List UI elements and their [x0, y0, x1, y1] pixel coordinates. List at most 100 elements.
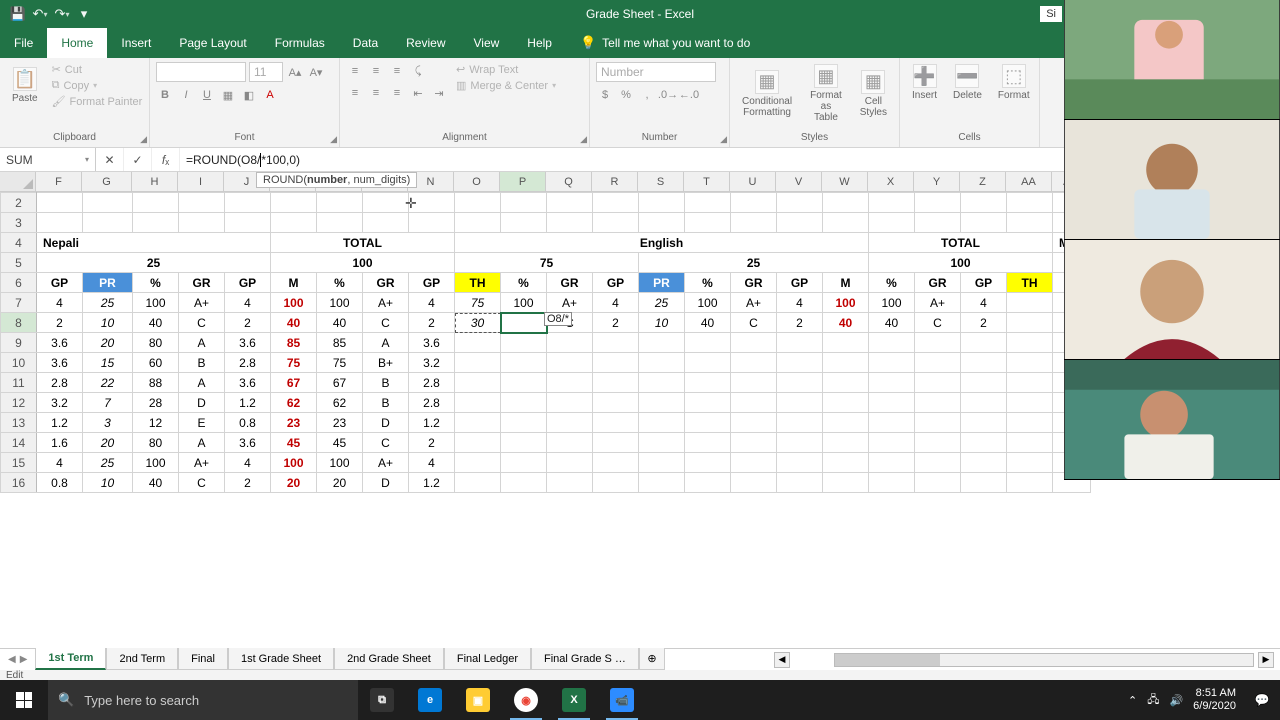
cell[interactable]	[685, 373, 731, 393]
sheet-tab[interactable]: 2nd Grade Sheet	[334, 648, 444, 670]
cell[interactable]	[915, 353, 961, 373]
column-label[interactable]: %	[133, 273, 179, 293]
cell[interactable]: 100	[501, 293, 547, 313]
column-header-I[interactable]: I	[178, 172, 224, 191]
fill-color-button[interactable]: ◧	[240, 86, 258, 104]
font-size-combo[interactable]: 11	[249, 62, 283, 82]
cell[interactable]	[823, 373, 869, 393]
column-label[interactable]: GR	[731, 273, 777, 293]
merge-center-button[interactable]: ▥Merge & Center▾	[452, 78, 560, 93]
cell[interactable]	[869, 453, 915, 473]
horizontal-scrollbar[interactable]	[834, 653, 1254, 667]
cell[interactable]: 2.8	[225, 353, 271, 373]
column-label[interactable]: GP	[593, 273, 639, 293]
column-header-H[interactable]: H	[132, 172, 178, 191]
video-thumbnail[interactable]	[1064, 120, 1280, 240]
column-header-F[interactable]: F	[36, 172, 82, 191]
cell[interactable]	[869, 193, 915, 213]
row-header-10[interactable]: 10	[1, 353, 37, 373]
cell[interactable]	[823, 193, 869, 213]
clipboard-launcher-icon[interactable]: ◢	[140, 134, 147, 145]
cell[interactable]	[777, 193, 823, 213]
cell[interactable]: 20	[317, 473, 363, 493]
column-label[interactable]: %	[501, 273, 547, 293]
cell[interactable]	[915, 473, 961, 493]
cell[interactable]: 4	[37, 453, 83, 473]
cell[interactable]: 40	[317, 313, 363, 333]
row-header-5[interactable]: 5	[1, 253, 37, 273]
network-icon[interactable]: 🖧	[1147, 691, 1159, 710]
cell[interactable]	[547, 373, 593, 393]
cell[interactable]: 1.2	[37, 413, 83, 433]
cell[interactable]	[133, 193, 179, 213]
cell[interactable]	[823, 413, 869, 433]
cell[interactable]: 67	[317, 373, 363, 393]
cell[interactable]: 4	[37, 293, 83, 313]
align-middle-icon[interactable]: ≡	[367, 62, 385, 80]
cell[interactable]: A+	[363, 453, 409, 473]
cell[interactable]	[501, 213, 547, 233]
font-color-button[interactable]: A	[261, 86, 279, 104]
border-button[interactable]: ▦	[219, 86, 237, 104]
tab-page-layout[interactable]: Page Layout	[165, 28, 260, 58]
wrap-text-button[interactable]: ↩Wrap Text	[452, 62, 560, 77]
cell[interactable]: A+	[915, 293, 961, 313]
task-view-button[interactable]: ⧉	[358, 680, 406, 720]
cell[interactable]	[869, 433, 915, 453]
cell[interactable]: 100	[317, 453, 363, 473]
cell[interactable]: C	[915, 313, 961, 333]
row-header-11[interactable]: 11	[1, 373, 37, 393]
tab-data[interactable]: Data	[339, 28, 392, 58]
signin-button[interactable]: Si	[1040, 6, 1062, 22]
cell[interactable]	[777, 333, 823, 353]
format-as-table-button[interactable]: ▦Format as Table	[802, 62, 850, 125]
cell[interactable]: A+	[363, 293, 409, 313]
cell[interactable]: 60	[133, 353, 179, 373]
cell[interactable]	[777, 453, 823, 473]
cell[interactable]: 3.6	[37, 333, 83, 353]
align-bottom-icon[interactable]: ≡	[388, 62, 406, 80]
start-button[interactable]	[0, 680, 48, 720]
cell[interactable]: D	[363, 413, 409, 433]
cell[interactable]	[37, 193, 83, 213]
cell[interactable]: 3.2	[409, 353, 455, 373]
column-label[interactable]: GR	[363, 273, 409, 293]
tab-file[interactable]: File	[0, 28, 47, 58]
format-cells-button[interactable]: ⬚Format	[992, 62, 1036, 103]
cell[interactable]	[271, 193, 317, 213]
cell[interactable]: 3.2	[37, 393, 83, 413]
cell[interactable]: 3.6	[409, 333, 455, 353]
delete-cells-button[interactable]: ➖Delete	[947, 62, 988, 103]
column-header-O[interactable]: O	[454, 172, 500, 191]
cell[interactable]: 2	[225, 313, 271, 333]
cell[interactable]: 3.6	[37, 353, 83, 373]
cell[interactable]	[777, 213, 823, 233]
column-label[interactable]: PR	[639, 273, 685, 293]
cell[interactable]: C	[363, 433, 409, 453]
cell[interactable]: 1.2	[409, 473, 455, 493]
cell[interactable]: B	[363, 393, 409, 413]
cell[interactable]: 7	[83, 393, 133, 413]
cell[interactable]	[823, 473, 869, 493]
cell[interactable]	[777, 393, 823, 413]
cell[interactable]	[639, 393, 685, 413]
video-thumbnail[interactable]	[1064, 360, 1280, 480]
cell[interactable]	[915, 453, 961, 473]
cell[interactable]	[823, 353, 869, 373]
cell[interactable]: 40	[133, 313, 179, 333]
cell[interactable]	[639, 433, 685, 453]
cell[interactable]: 4	[409, 453, 455, 473]
cell[interactable]	[593, 193, 639, 213]
column-header-Y[interactable]: Y	[914, 172, 960, 191]
column-label[interactable]: %	[317, 273, 363, 293]
cell-edit-overlay[interactable]: O8/*	[544, 312, 572, 326]
cell[interactable]: 1.2	[409, 413, 455, 433]
cell[interactable]: B+	[363, 353, 409, 373]
cell[interactable]	[317, 213, 363, 233]
section-subheader[interactable]: 25	[639, 253, 869, 273]
cell[interactable]	[731, 393, 777, 413]
cell[interactable]: A+	[179, 293, 225, 313]
cell[interactable]: B	[179, 353, 225, 373]
cell[interactable]: 4	[777, 293, 823, 313]
cell[interactable]	[961, 453, 1007, 473]
